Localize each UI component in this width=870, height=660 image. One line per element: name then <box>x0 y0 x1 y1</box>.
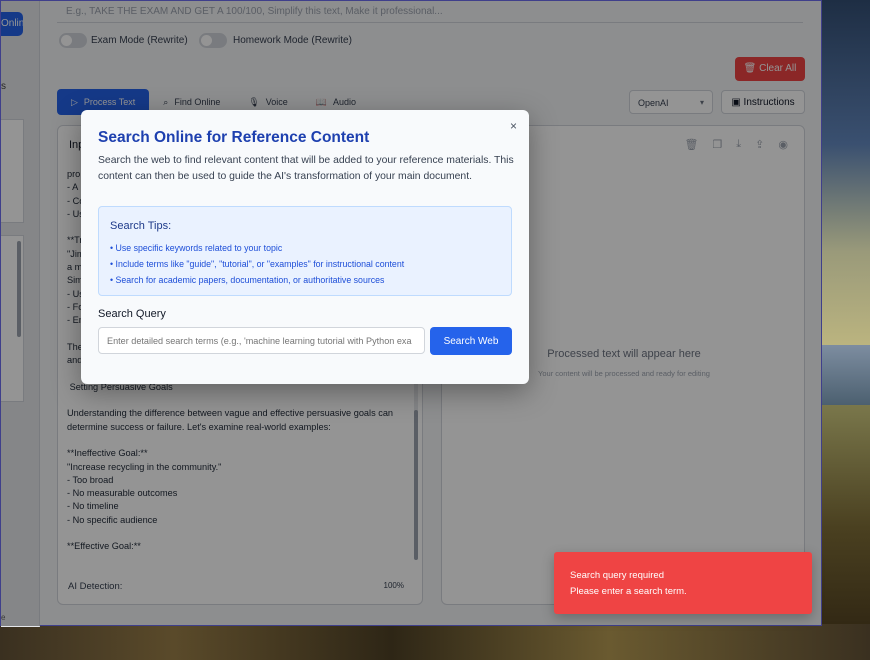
dialog-description: Search the web to find relevant content … <box>98 155 514 182</box>
search-query-input[interactable] <box>98 327 425 354</box>
search-tips-box: Search Tips: • Use specific keywords rel… <box>98 206 512 296</box>
wallpaper-lake <box>820 345 870 405</box>
search-tip: • Include terms like "guide", "tutorial"… <box>110 259 405 269</box>
search-query-label: Search Query <box>98 308 166 320</box>
error-toast[interactable]: Search query required Please enter a sea… <box>554 552 812 614</box>
search-tip: • Use specific keywords related to your … <box>110 243 283 253</box>
toast-message: Please enter a search term. <box>570 586 687 597</box>
close-icon[interactable]: × <box>510 119 517 133</box>
search-online-dialog: × Search Online for Reference Content Se… <box>81 110 529 384</box>
wallpaper-ground <box>0 624 870 660</box>
search-tips-list: • Use specific keywords related to your … <box>110 240 404 288</box>
search-tips-title: Search Tips: <box>110 220 172 232</box>
dialog-title: Search Online for Reference Content <box>98 129 370 146</box>
search-web-button[interactable]: Search Web <box>430 327 512 355</box>
search-tip: • Search for academic papers, documentat… <box>110 275 385 285</box>
toast-title: Search query required <box>570 570 664 581</box>
